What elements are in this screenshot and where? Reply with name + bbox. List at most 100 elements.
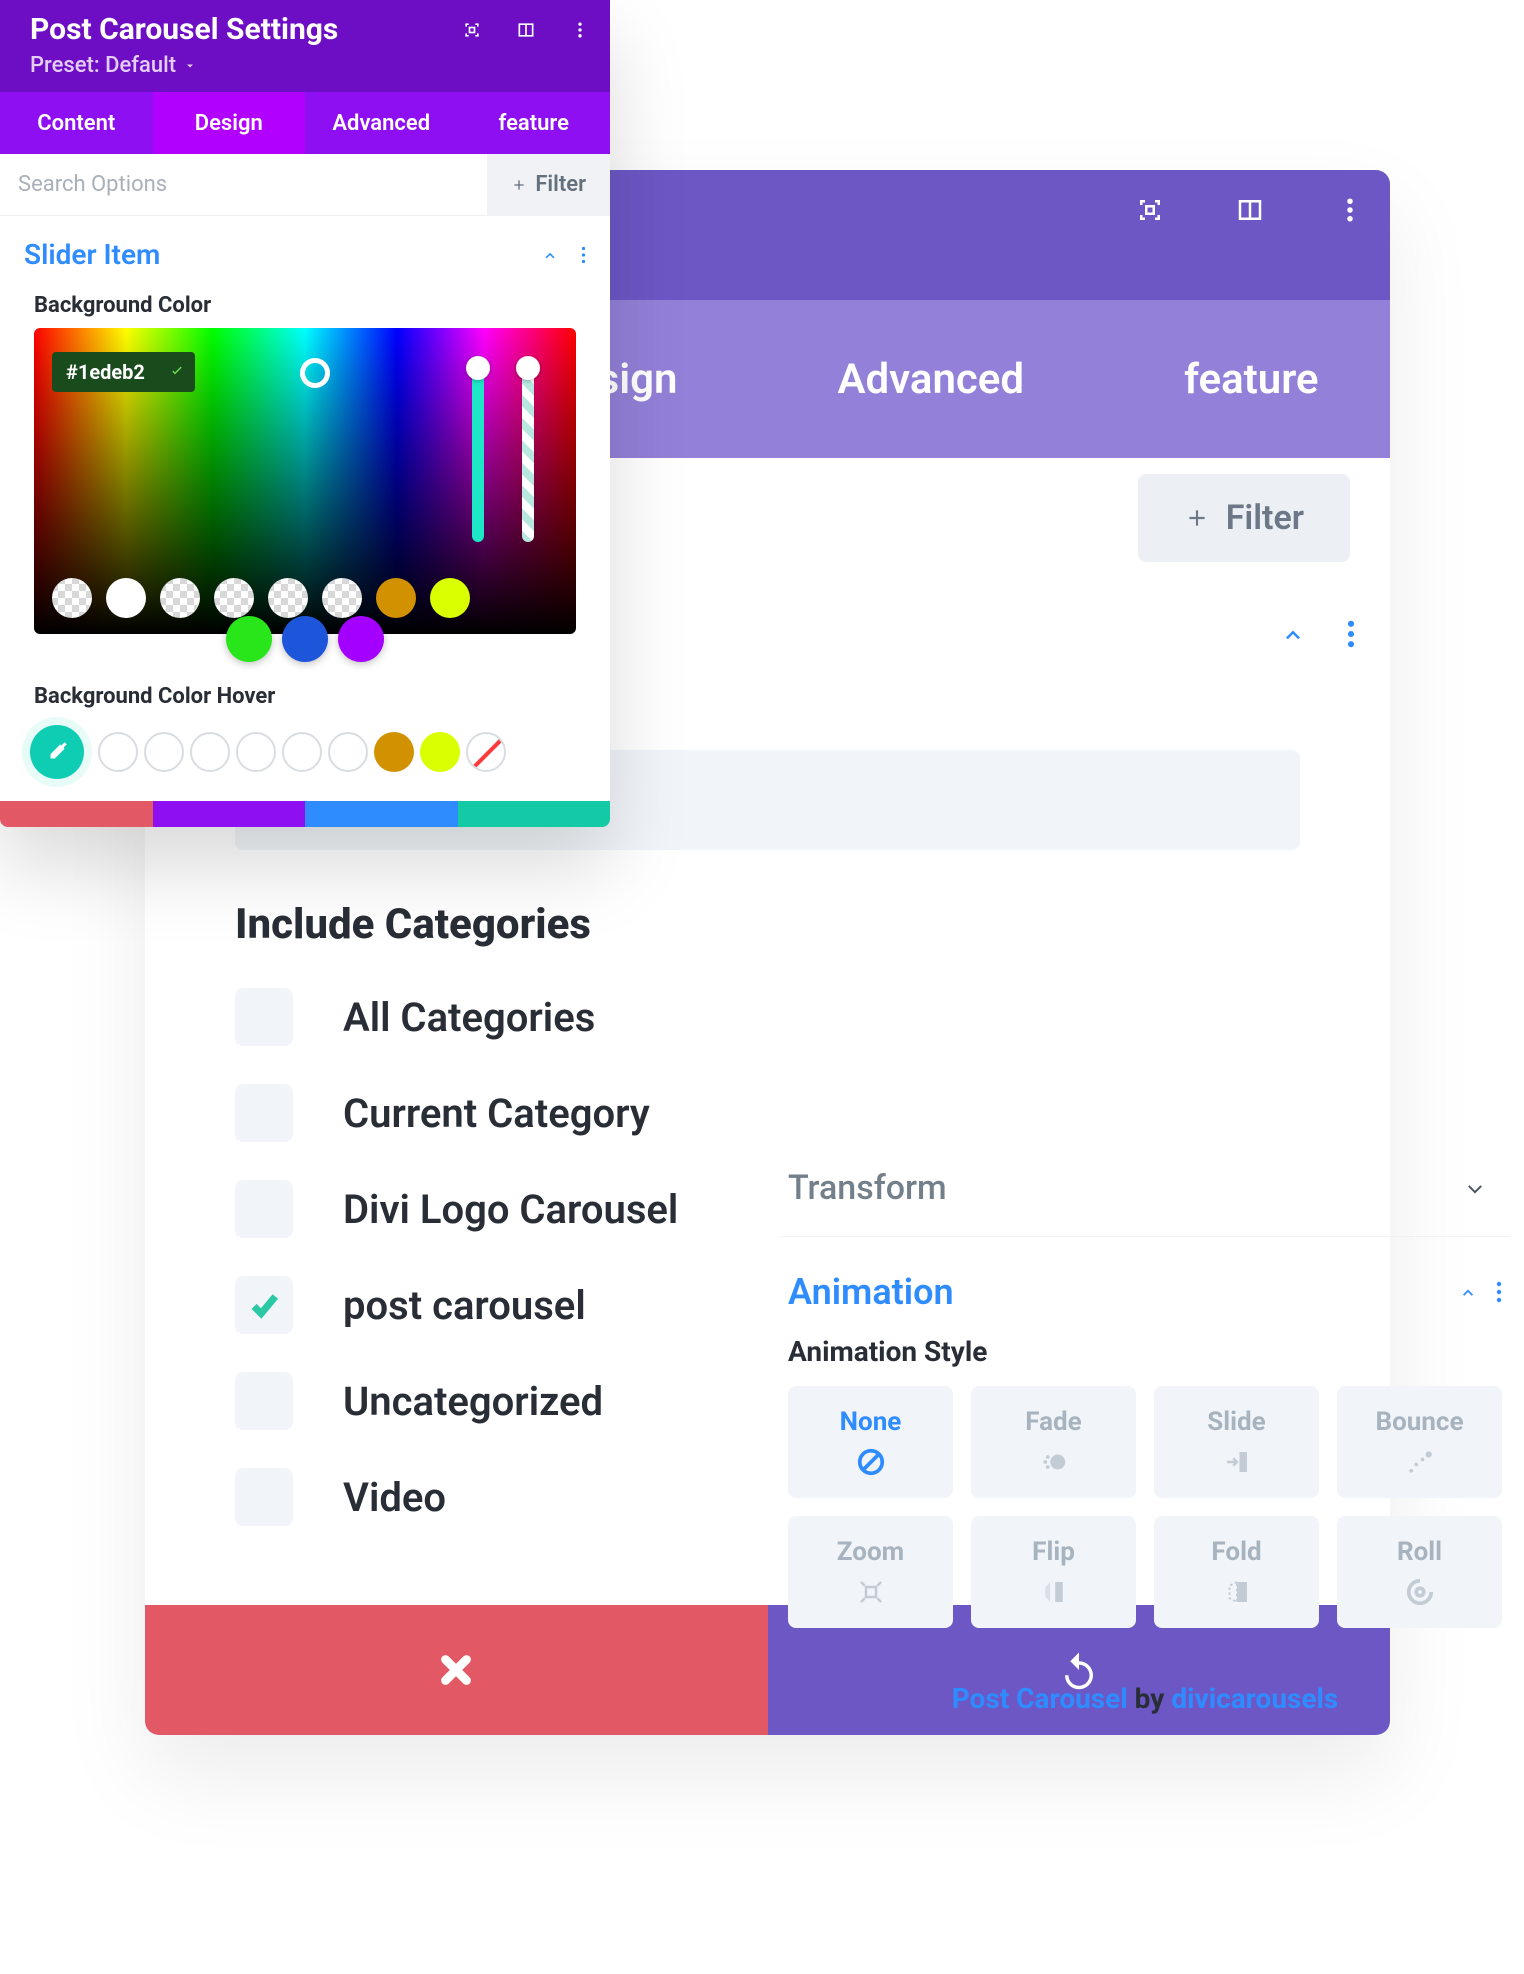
bgcolor-hover-label: Background Color Hover [0,652,610,719]
swatch-transparent[interactable] [160,578,200,618]
swatch-transparent[interactable] [322,578,362,618]
swatch[interactable] [226,616,272,662]
columns-icon[interactable] [516,20,536,40]
more-icon[interactable] [1496,1281,1502,1303]
fp-title-row: Post Carousel Settings [30,12,590,47]
animation-none[interactable]: None [788,1386,953,1498]
swatch[interactable] [420,732,460,772]
opacity-slider[interactable] [472,362,484,542]
expand-icon[interactable] [1135,195,1165,225]
animation-header[interactable]: Animation [780,1237,1510,1331]
swatch-row [52,578,558,618]
preset-dropdown[interactable]: Preset: Default [30,47,590,78]
chevron-up-icon[interactable] [1458,1282,1478,1302]
roll-icon [1405,1577,1435,1607]
tab-advanced[interactable]: Advanced [305,92,458,154]
checkbox[interactable] [235,1468,293,1526]
more-icon[interactable] [1335,195,1365,225]
flip-icon [1039,1577,1069,1607]
animation-flip[interactable]: Flip [971,1516,1136,1628]
animation-bounce[interactable]: Bounce [1337,1386,1502,1498]
expand-icon[interactable] [462,20,482,40]
swatch[interactable] [374,732,414,772]
animation-fold[interactable]: Fold [1154,1516,1319,1628]
footer-seg-4[interactable] [458,801,611,827]
search-input[interactable]: Search Options [0,172,487,197]
chevron-up-icon[interactable] [541,246,559,264]
swatch[interactable] [282,616,328,662]
more-icon[interactable] [581,246,586,264]
swatch[interactable] [430,578,470,618]
footer-seg-2[interactable] [153,801,306,827]
footer-seg-1[interactable] [0,801,153,827]
bounce-icon [1405,1447,1435,1477]
swatch[interactable] [106,578,146,618]
checkbox-checked[interactable] [235,1276,293,1334]
category-row[interactable]: All Categories [235,969,1390,1065]
eyedropper-button[interactable] [30,725,84,779]
plus-icon [511,177,527,193]
chevron-down-icon [1464,1177,1486,1199]
filter-label: Filter [535,172,586,197]
color-cursor[interactable] [300,358,330,388]
checkbox[interactable] [235,1372,293,1430]
transform-section[interactable]: Transform [780,1140,1510,1237]
plus-icon [1184,505,1210,531]
animation-fade[interactable]: Fade [971,1386,1136,1498]
zoom-icon [856,1577,886,1607]
hex-input[interactable]: #1edeb2 [52,352,195,392]
swatch-empty[interactable] [98,732,138,772]
slider-handle[interactable] [516,356,540,380]
checkbox[interactable] [235,988,293,1046]
fp-tab-bar: Content Design Advanced feature [0,92,610,154]
chevron-up-icon[interactable] [1279,620,1307,648]
animation-zoom[interactable]: Zoom [788,1516,953,1628]
tab-featured[interactable]: feature [1184,355,1318,404]
columns-icon[interactable] [1235,195,1265,225]
footer-seg-3[interactable] [305,801,458,827]
fp-footer [0,801,610,827]
filter-button[interactable]: Filter [487,154,610,216]
swatch-empty[interactable] [236,732,276,772]
swatch-transparent[interactable] [52,578,92,618]
tab-content[interactable]: Content [0,92,153,154]
swatch-empty[interactable] [144,732,184,772]
settings-window-front: Post Carousel Settings Preset: Default C… [0,0,610,827]
swatch-empty[interactable] [282,732,322,772]
filter-button[interactable]: Filter [1138,474,1350,562]
swatch-transparent[interactable] [214,578,254,618]
credit-author-link[interactable]: divicarousels [1171,1682,1338,1715]
category-label: post carousel [343,1282,586,1329]
swatch-none[interactable] [466,732,506,772]
bgcolor-label: Background Color [0,293,610,328]
animation-slide[interactable]: Slide [1154,1386,1319,1498]
swatch-empty[interactable] [190,732,230,772]
tab-design[interactable]: Design [153,92,306,154]
swatch-empty[interactable] [328,732,368,772]
categories-title: Include Categories [145,850,1390,969]
color-picker[interactable]: #1edeb2 [34,328,576,634]
swatch[interactable] [338,616,384,662]
checkbox[interactable] [235,1084,293,1142]
category-label: All Categories [343,994,595,1041]
hex-confirm[interactable] [169,360,185,384]
swatch[interactable] [376,578,416,618]
cancel-button[interactable] [145,1605,768,1735]
credit-product-link[interactable]: Post Carousel [952,1682,1128,1715]
more-icon[interactable] [570,20,590,40]
tab-advanced[interactable]: Advanced [837,355,1024,404]
slider-handle[interactable] [466,356,490,380]
credit-by: by [1128,1682,1172,1715]
checkbox[interactable] [235,1180,293,1238]
alpha-slider[interactable] [522,362,534,542]
slide-icon [1222,1447,1252,1477]
close-icon [435,1649,477,1691]
tab-featured[interactable]: feature [458,92,611,154]
slider-item-section[interactable]: Slider Item [0,216,610,293]
transform-label: Transform [788,1168,947,1208]
swatch-transparent[interactable] [268,578,308,618]
category-label: Current Category [343,1090,650,1137]
animation-roll[interactable]: Roll [1337,1516,1502,1628]
category-label: Uncategorized [343,1378,603,1425]
more-icon[interactable] [1347,620,1355,648]
